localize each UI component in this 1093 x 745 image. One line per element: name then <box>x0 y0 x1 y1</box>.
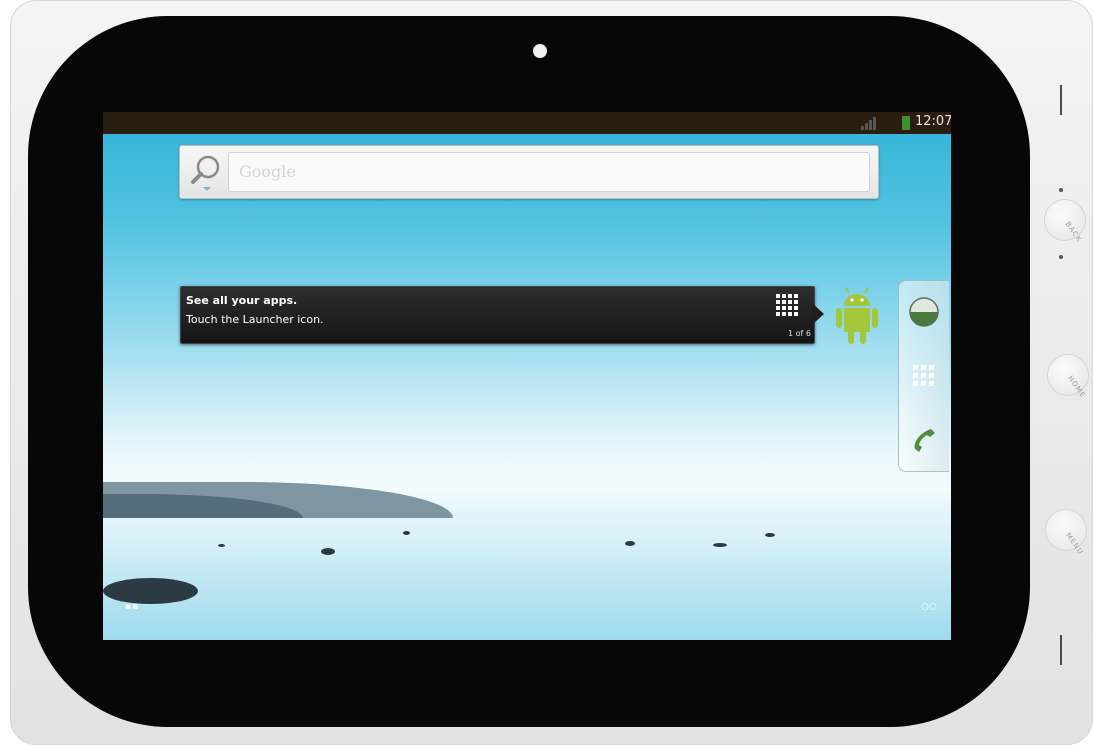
tooltip-pointer <box>813 304 824 324</box>
wallpaper-rock <box>713 543 727 547</box>
wallpaper-rock <box>403 531 410 535</box>
home-wallpaper <box>103 134 951 640</box>
tooltip-subtitle: Touch the Launcher icon. <box>186 313 324 326</box>
status-bar: 12:07 <box>103 112 951 134</box>
signal-icon <box>861 117 876 130</box>
launcher-hint-tooltip[interactable]: See all your apps. Touch the Launcher ic… <box>180 286 815 344</box>
launcher-grid-icon <box>776 294 798 316</box>
launcher-dock <box>898 280 949 472</box>
browser-globe-icon[interactable] <box>907 295 941 329</box>
page-indicator-right: ○○ <box>921 602 937 612</box>
search-placeholder: Google <box>239 162 296 181</box>
tooltip-page-indicator: 1 of 6 <box>788 329 811 338</box>
wallpaper-rock <box>321 548 335 555</box>
side-line-bottom <box>1060 635 1062 665</box>
menu-button[interactable] <box>1046 510 1086 550</box>
tooltip-title: See all your apps. <box>186 294 298 307</box>
tablet-screen: 12:07 Google See all your apps. Touch th… <box>103 112 951 640</box>
search-input[interactable]: Google <box>228 152 870 192</box>
android-robot-icon[interactable] <box>833 284 881 348</box>
search-icon[interactable] <box>188 152 224 192</box>
wallpaper-rock <box>765 533 775 537</box>
side-dot <box>1059 188 1063 192</box>
status-clock: 12:07 <box>915 114 951 129</box>
battery-icon <box>902 116 910 130</box>
wallpaper-rock <box>218 544 225 547</box>
wallpaper-rock <box>625 541 635 546</box>
phone-icon[interactable] <box>907 423 941 457</box>
google-search-widget[interactable]: Google <box>179 145 879 199</box>
launcher-grid-icon[interactable] <box>907 359 941 393</box>
page-indicator-left: ▪▪ <box>125 602 140 612</box>
side-dot <box>1059 255 1063 259</box>
front-camera <box>533 44 547 58</box>
side-line-top <box>1060 85 1062 115</box>
wallpaper-rock <box>103 578 198 604</box>
